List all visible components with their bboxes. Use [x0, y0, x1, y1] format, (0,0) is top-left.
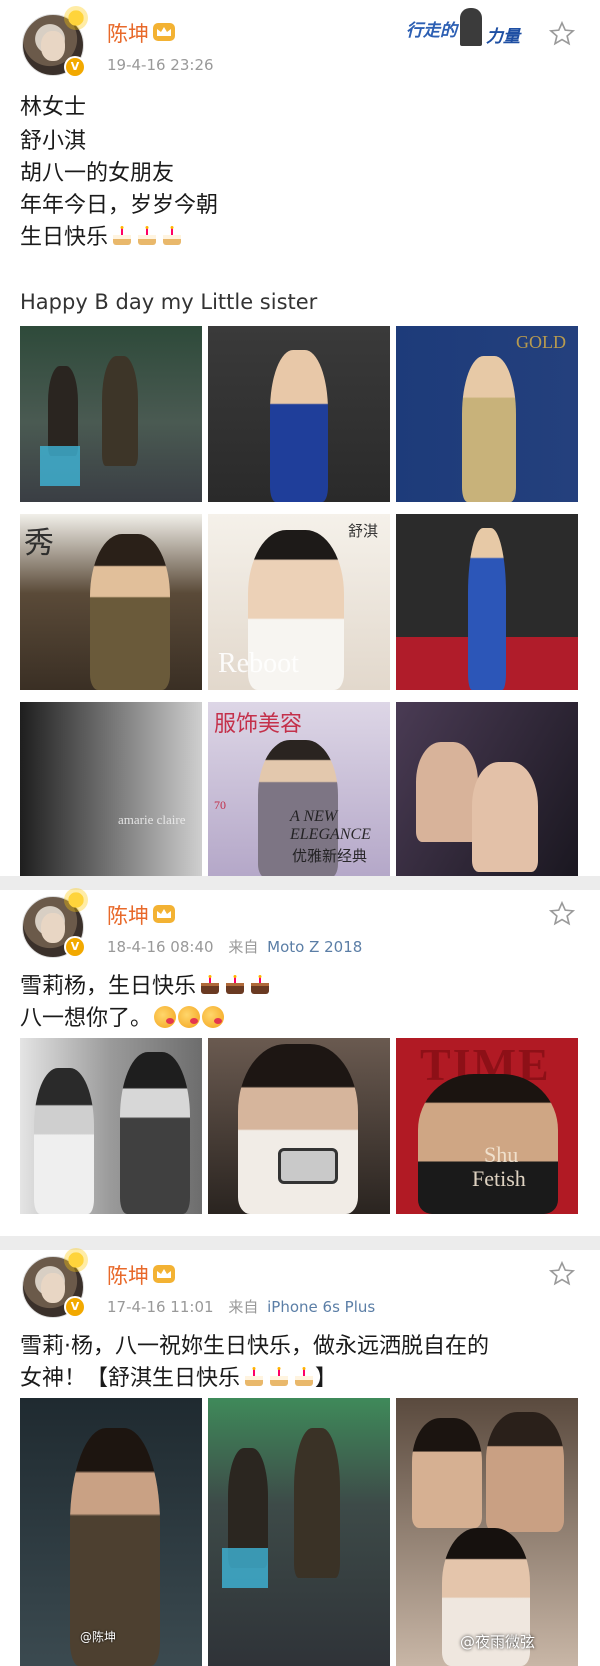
post-meta: 18-4-16 08:40 来自 Moto Z 2018	[107, 936, 362, 957]
crown-icon	[153, 23, 175, 41]
photo-thumbnail[interactable]	[20, 326, 202, 502]
favorite-star-icon[interactable]	[548, 20, 576, 48]
weibo-post-2: V 陈坤 18-4-16 08:40 来自 Moto Z 2018 雪莉杨，生日…	[0, 888, 600, 1230]
kiss-face-icon	[178, 1006, 201, 1028]
post-text-line: 胡八一的女朋友	[20, 161, 175, 186]
post-divider	[0, 876, 600, 890]
photo-grid: GOLD 秀 舒淇 Reboot amarie claire 服饰美容 70 A…	[20, 326, 582, 878]
photo-thumbnail[interactable]	[20, 1038, 202, 1214]
post-meta: 17-4-16 11:01 来自 iPhone 6s Plus	[107, 1296, 375, 1317]
sun-icon	[64, 1248, 88, 1272]
photo-thumbnail[interactable]	[208, 1398, 390, 1666]
post-divider	[0, 1236, 600, 1250]
post-timestamp: 18-4-16 08:40	[107, 938, 214, 956]
from-label: 来自	[228, 1298, 259, 1316]
cake-icon	[270, 1367, 289, 1386]
photo-thumbnail[interactable]: 服饰美容 70 A NEW ELEGANCE 优雅新经典	[208, 702, 390, 878]
post-text-english: Happy B day my Little sister	[20, 290, 318, 314]
kiss-face-icon	[202, 1006, 225, 1028]
post-source-link[interactable]: Moto Z 2018	[267, 938, 362, 956]
vip-badge-icon: V	[64, 56, 86, 78]
vip-badge-icon: V	[64, 1296, 86, 1318]
sun-icon	[64, 6, 88, 30]
photo-thumbnail[interactable]	[208, 326, 390, 502]
photo-grid	[20, 1398, 582, 1666]
post-text: 八一想你了。	[20, 1006, 153, 1031]
cake-icon	[245, 1367, 264, 1386]
magazine-title: Reboot	[218, 648, 299, 679]
photo-thumbnail[interactable]: amarie claire	[20, 702, 202, 878]
crown-icon	[153, 1265, 175, 1283]
from-label: 来自	[228, 938, 259, 956]
post-text-line-with-emoji: 女神！【舒淇生日快乐 】	[20, 1364, 337, 1394]
username[interactable]: 陈坤	[107, 900, 149, 930]
magazine-headline: Shu	[484, 1142, 519, 1167]
post-text: 生日快乐	[20, 225, 109, 250]
post-text-line-with-emoji: 八一想你了。	[20, 1004, 225, 1034]
post-text-line-with-emoji: 生日快乐	[20, 223, 183, 253]
cake-icon	[163, 226, 182, 245]
magazine-subheadline: 优雅新经典	[292, 849, 368, 865]
magazine-title: 服饰美容	[214, 711, 303, 736]
magazine-title: 秀	[24, 527, 54, 560]
photo-grid: TIME Shu Fetish	[20, 1038, 582, 1214]
post-text: 女神！【舒淇生日快乐	[20, 1366, 241, 1391]
cake-icon	[113, 226, 132, 245]
post-text-line-with-emoji: 雪莉杨，生日快乐	[20, 972, 271, 1002]
favorite-star-icon[interactable]	[548, 1260, 576, 1288]
magazine-headline: A NEW ELEGANCE	[290, 808, 371, 843]
photo-thumbnail[interactable]	[396, 514, 578, 690]
photo-thumbnail[interactable]: GOLD	[396, 326, 578, 502]
photo-thumbnail[interactable]: 秀	[20, 514, 202, 690]
cake-icon	[226, 975, 245, 994]
post-text: 雪莉杨，生日快乐	[20, 974, 197, 999]
favorite-star-icon[interactable]	[548, 900, 576, 928]
photo-thumbnail[interactable]	[396, 702, 578, 878]
photo-thumbnail[interactable]: 舒淇 Reboot	[208, 514, 390, 690]
crown-icon	[153, 905, 175, 923]
weibo-post-1: V 陈坤 19-4-16 23:26 林女士 舒小淇 胡八一的女朋友 年年今日，…	[0, 0, 600, 878]
post-timestamp: 17-4-16 11:01	[107, 1298, 214, 1316]
photo-thumbnail[interactable]: TIME Shu Fetish	[396, 1038, 578, 1214]
post-text-line: 雪莉·杨，八一祝妳生日快乐，做永远洒脱自在的	[20, 1334, 489, 1359]
magazine-headline: Fetish	[472, 1166, 526, 1191]
post-timestamp: 19-4-16 23:26	[107, 56, 214, 74]
magazine-issue: 70	[214, 798, 226, 812]
vip-badge-icon: V	[64, 936, 86, 958]
photo-thumbnail[interactable]	[396, 1398, 578, 1666]
photo-thumbnail[interactable]	[208, 1038, 390, 1214]
post-source-link[interactable]: iPhone 6s Plus	[267, 1298, 375, 1316]
photo-thumbnail[interactable]	[20, 1398, 202, 1666]
sun-icon	[64, 888, 88, 912]
weibo-watermark: @陈坤	[80, 1630, 117, 1644]
magazine-title: amarie claire	[118, 812, 186, 827]
source-watermark: @夜雨微弦	[460, 1633, 536, 1651]
post-text-line: 舒小淇	[20, 129, 87, 154]
username[interactable]: 陈坤	[107, 18, 149, 48]
post-text-line: 林女士	[20, 95, 87, 120]
username[interactable]: 陈坤	[107, 1260, 149, 1290]
post-text-line: 年年今日，岁岁今朝	[20, 193, 219, 218]
cake-icon	[295, 1367, 314, 1386]
cake-icon	[201, 975, 220, 994]
cake-icon	[251, 975, 270, 994]
post-text: 】	[315, 1366, 338, 1391]
weibo-post-3: V 陈坤 17-4-16 11:01 来自 iPhone 6s Plus 雪莉·…	[0, 1248, 600, 1666]
cake-icon	[138, 226, 157, 245]
photo-caption-gold: GOLD	[516, 332, 566, 352]
kiss-face-icon	[154, 1006, 177, 1028]
magazine-cover-name: 舒淇	[348, 524, 379, 540]
